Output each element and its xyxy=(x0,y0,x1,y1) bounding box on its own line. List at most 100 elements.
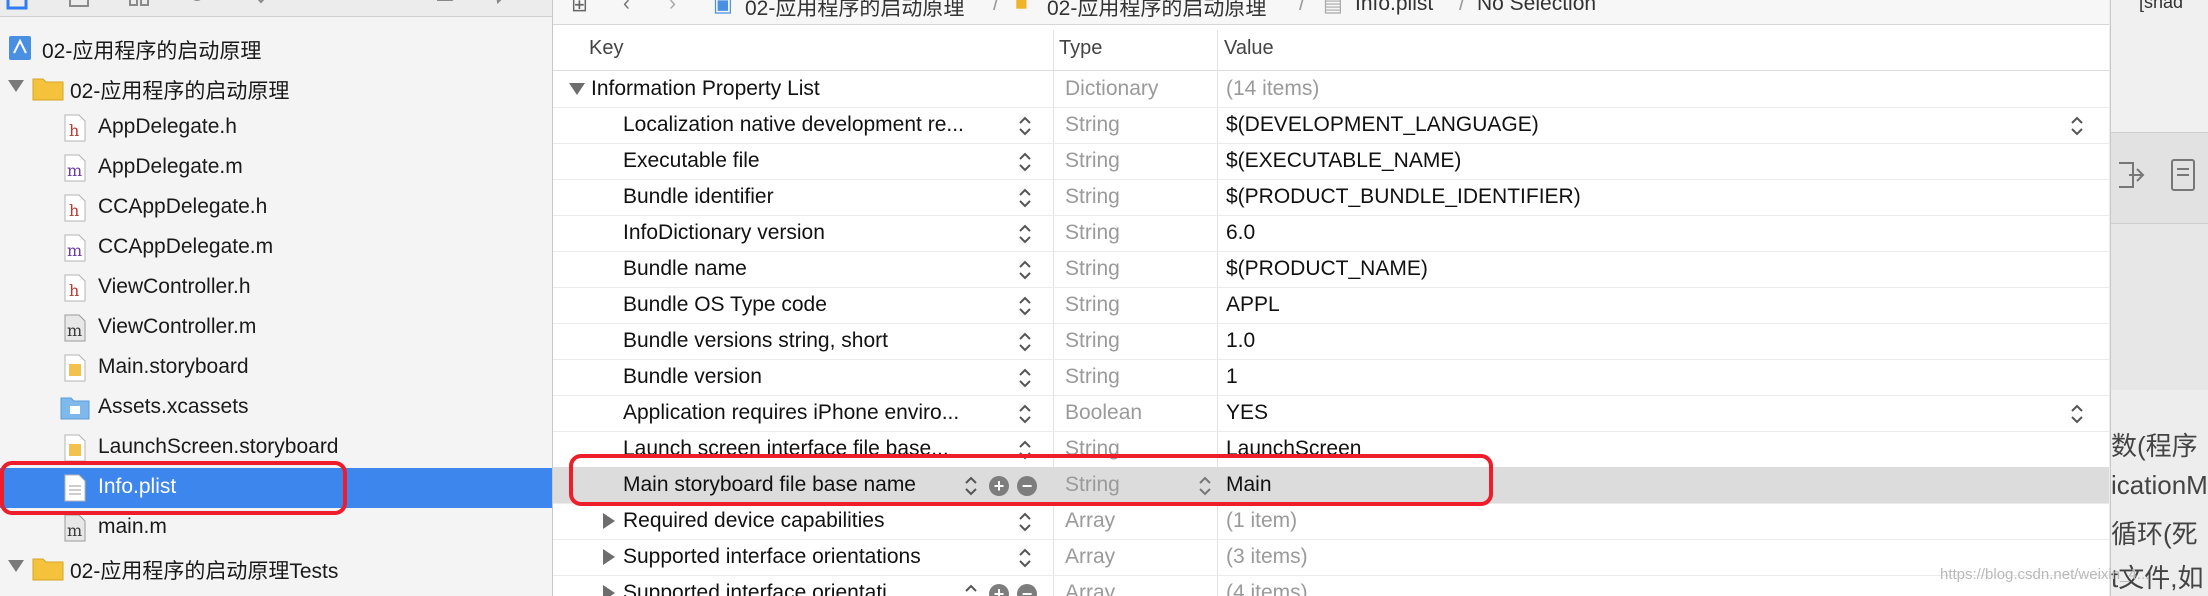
plist-type[interactable]: String xyxy=(1065,257,1120,281)
debug-tab-icon[interactable] xyxy=(374,0,396,10)
plist-type[interactable]: String xyxy=(1065,221,1120,245)
navigator-item-label: 02-应用程序的启动原理Tests xyxy=(70,560,339,583)
related-items-icon[interactable]: ⊞ xyxy=(571,0,588,17)
back-arrow-icon[interactable]: ‹ xyxy=(623,0,630,16)
navigator-file-row[interactable]: Main.storyboard xyxy=(0,348,552,388)
plist-row[interactable]: Required device capabilities Array (1 it… xyxy=(553,503,2109,540)
disclosure-triangle-icon[interactable] xyxy=(569,83,585,95)
plist-row[interactable]: Executable file String $(EXECUTABLE_NAME… xyxy=(553,143,2109,180)
key-stepper-icon[interactable] xyxy=(1017,295,1033,317)
plist-key: Information Property List xyxy=(591,77,820,100)
plist-key: InfoDictionary version xyxy=(623,221,825,244)
key-stepper-icon[interactable] xyxy=(963,583,979,596)
plist-row[interactable]: Bundle identifier String $(PRODUCT_BUNDL… xyxy=(553,179,2109,216)
navigator-file-row[interactable]: Assets.xcassets xyxy=(0,388,552,428)
plist-row[interactable]: Bundle OS Type code String APPL xyxy=(553,287,2109,324)
breadcrumb-group[interactable]: 02-应用程序的启动原理 xyxy=(1047,0,1266,22)
navigator-file-row[interactable]: m CCAppDelegate.m xyxy=(0,228,552,268)
key-stepper-icon[interactable] xyxy=(1017,187,1033,209)
plist-row[interactable]: Supported interface orientations Array (… xyxy=(553,539,2109,576)
find-tab-icon[interactable] xyxy=(188,0,210,10)
key-stepper-icon[interactable] xyxy=(1017,115,1033,137)
navigator-group-row[interactable]: 02-应用程序的启动原理Tests xyxy=(0,548,552,588)
plist-row[interactable]: Bundle versions string, short String 1.0 xyxy=(553,323,2109,360)
remove-row-icon[interactable]: − xyxy=(1017,584,1037,596)
forward-arrow-icon[interactable]: › xyxy=(669,0,676,16)
plist-value[interactable]: 6.0 xyxy=(1226,221,1255,245)
disclosure-triangle-icon[interactable] xyxy=(603,513,615,529)
jump-bar: ⊞ ‹ › ▣ 02-应用程序的启动原理 / ■ 02-应用程序的启动原理 / … xyxy=(553,0,2109,25)
symbol-tab-icon[interactable] xyxy=(128,0,150,10)
plist-type[interactable]: String xyxy=(1065,365,1120,389)
disclosure-triangle-icon[interactable] xyxy=(603,585,615,596)
plist-row[interactable]: Bundle version String 1 xyxy=(553,359,2109,396)
report-tab-icon[interactable] xyxy=(494,0,516,10)
add-row-icon[interactable]: + xyxy=(989,584,1009,596)
folder-tab-icon[interactable] xyxy=(6,0,28,10)
asset-catalog-icon xyxy=(60,394,90,427)
disclosure-triangle-icon[interactable] xyxy=(8,80,24,92)
navigator-file-row[interactable]: h ViewController.h xyxy=(0,268,552,308)
navigator-file-row[interactable]: m AppDelegate.m xyxy=(0,148,552,188)
type-column-header[interactable]: Type xyxy=(1059,37,1102,60)
navigator-project-row[interactable]: 02-应用程序的启动原理 xyxy=(0,28,552,68)
plist-type[interactable]: Array xyxy=(1065,509,1115,533)
key-stepper-icon[interactable] xyxy=(1017,547,1033,569)
navigator-item-label: CCAppDelegate.h xyxy=(98,195,268,218)
plist-type[interactable]: Array xyxy=(1065,581,1115,596)
key-stepper-icon[interactable] xyxy=(1017,223,1033,245)
plist-row[interactable]: Bundle name String $(PRODUCT_NAME) xyxy=(553,251,2109,288)
plist-value[interactable]: 1.0 xyxy=(1226,329,1255,353)
navigator-file-row[interactable]: h AppDelegate.h xyxy=(0,108,552,148)
breadcrumb-selection[interactable]: No Selection xyxy=(1477,0,1596,16)
key-stepper-icon[interactable] xyxy=(1017,403,1033,425)
connections-inspector-icon[interactable] xyxy=(2115,157,2145,198)
disclosure-triangle-icon[interactable] xyxy=(8,560,24,572)
value-column-header[interactable]: Value xyxy=(1224,37,1274,60)
navigator-group-row[interactable]: 02-应用程序的启动原理 xyxy=(0,68,552,108)
key-stepper-icon[interactable] xyxy=(1017,331,1033,353)
plist-value[interactable]: 1 xyxy=(1226,365,1238,389)
breadcrumb-project[interactable]: 02-应用程序的启动原理 xyxy=(745,0,964,22)
plist-value[interactable]: $(DEVELOPMENT_LANGUAGE) xyxy=(1226,113,1539,137)
breadcrumb-file[interactable]: Info.plist xyxy=(1355,0,1433,16)
key-stepper-icon[interactable] xyxy=(1017,151,1033,173)
plist-value[interactable]: $(PRODUCT_BUNDLE_IDENTIFIER) xyxy=(1226,185,1581,209)
navigator-item-label: main.m xyxy=(98,515,167,538)
plist-type[interactable]: String xyxy=(1065,293,1120,317)
plist-value[interactable]: YES xyxy=(1226,401,1268,425)
document-inspector-icon[interactable] xyxy=(2169,157,2197,198)
plist-value[interactable]: APPL xyxy=(1226,293,1280,317)
source-control-tab-icon[interactable] xyxy=(68,0,90,10)
plist-type[interactable]: Dictionary xyxy=(1065,77,1158,101)
value-popup-icon[interactable] xyxy=(2069,115,2085,137)
plist-type[interactable]: String xyxy=(1065,185,1120,209)
inspector-top-label: [shad xyxy=(2139,0,2184,12)
navigator-file-row[interactable]: m ViewController.m xyxy=(0,308,552,348)
disclosure-triangle-icon[interactable] xyxy=(603,549,615,565)
issue-tab-icon[interactable] xyxy=(250,0,272,10)
plist-value[interactable]: $(PRODUCT_NAME) xyxy=(1226,257,1428,281)
key-stepper-icon[interactable] xyxy=(1017,367,1033,389)
plist-type[interactable]: String xyxy=(1065,329,1120,353)
plist-type[interactable]: String xyxy=(1065,149,1120,173)
plist-type[interactable]: String xyxy=(1065,113,1120,137)
svg-text:h: h xyxy=(69,201,79,220)
test-tab-icon[interactable] xyxy=(312,0,334,10)
breakpoint-tab-icon[interactable] xyxy=(436,0,458,10)
key-column-header[interactable]: Key xyxy=(589,37,623,60)
plist-row[interactable]: Application requires iPhone enviro... Bo… xyxy=(553,395,2109,432)
plist-row[interactable]: Supported interface orientati... + − Arr… xyxy=(553,575,2109,596)
plist-type[interactable]: Boolean xyxy=(1065,401,1142,425)
key-stepper-icon[interactable] xyxy=(1017,511,1033,533)
plist-row[interactable]: Localization native development re... St… xyxy=(553,107,2109,144)
key-stepper-icon[interactable] xyxy=(1017,259,1033,281)
plist-row[interactable]: Information Property List Dictionary (14… xyxy=(553,71,2109,108)
navigator-file-row[interactable]: h CCAppDelegate.h xyxy=(0,188,552,228)
value-popup-icon[interactable] xyxy=(2069,403,2085,425)
plist-row[interactable]: InfoDictionary version String 6.0 xyxy=(553,215,2109,252)
xcode-project-icon xyxy=(8,35,32,66)
plist-column-header: Key Type Value xyxy=(553,25,2109,71)
plist-value[interactable]: $(EXECUTABLE_NAME) xyxy=(1226,149,1461,173)
plist-type[interactable]: Array xyxy=(1065,545,1115,569)
